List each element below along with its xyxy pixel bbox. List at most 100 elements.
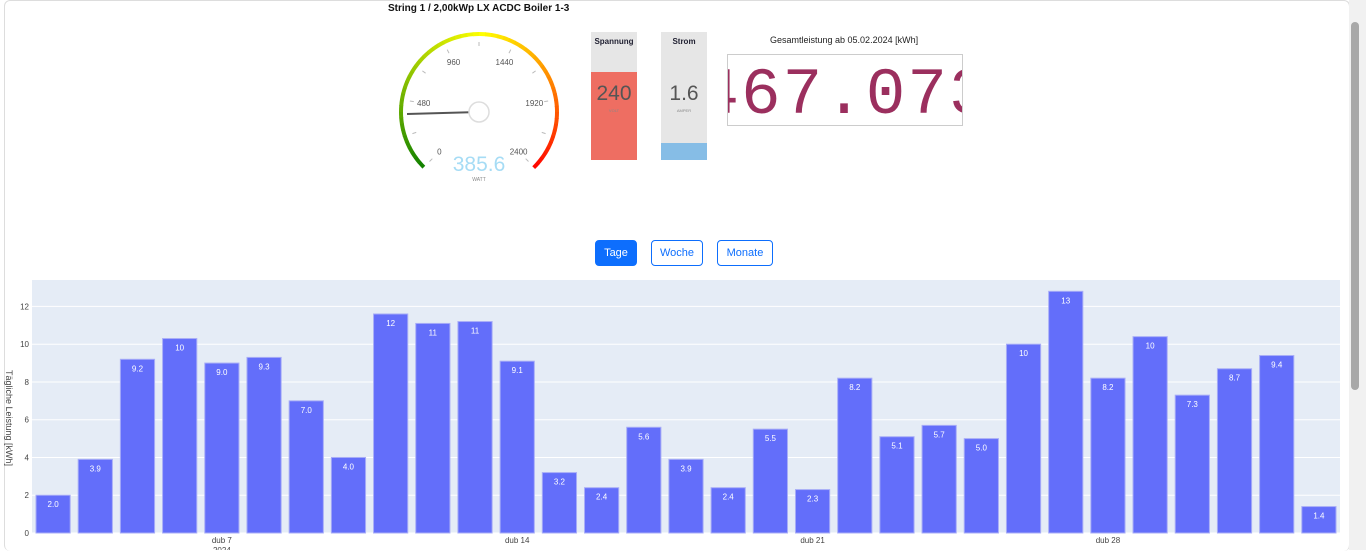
gauge-arc-segment	[525, 49, 530, 53]
bar-label: 2.0	[48, 500, 60, 509]
voltage-label: Spannung	[591, 37, 637, 46]
y-tick-label: 4	[25, 453, 30, 462]
gauge-arc-segment	[491, 35, 498, 36]
gauge-arc-segment	[555, 124, 556, 131]
gauge-arc-segment	[415, 157, 419, 162]
x-tick-label: dub 14	[505, 536, 530, 545]
bar-label: 9.4	[1271, 361, 1283, 370]
gauge-arc-segment	[551, 136, 553, 142]
gauge-arc-segment	[534, 57, 539, 62]
bar-label: 2.4	[596, 493, 608, 502]
gauge-arc-segment	[449, 38, 455, 40]
gauge-value: 385.6	[453, 153, 506, 176]
gauge-arc-segment	[551, 82, 553, 88]
bar-label: 9.0	[216, 368, 228, 377]
voltage-value: 240	[591, 82, 637, 106]
bar-label: 8.2	[1102, 383, 1114, 392]
gauge-arc-segment	[548, 142, 551, 148]
bar-label: 12	[386, 319, 395, 328]
bar-label: 9.1	[512, 366, 524, 375]
bar	[922, 425, 956, 533]
bar-label: 3.9	[90, 464, 102, 473]
gauge-arc-segment	[461, 35, 468, 36]
total-value: 467.073	[728, 58, 962, 125]
bar-label: 10	[175, 344, 184, 353]
tab-woche[interactable]: Woche	[651, 240, 703, 266]
bar	[964, 439, 998, 533]
bar-label: 8.7	[1229, 374, 1241, 383]
y-tick-label: 6	[25, 416, 30, 425]
bar	[416, 323, 450, 533]
gauge-hub	[469, 102, 489, 122]
current-tank: Strom 1.6 AMPER	[661, 32, 707, 160]
bar	[1260, 356, 1294, 533]
bar	[753, 429, 787, 533]
x-tick-sublabel: 2024	[213, 546, 231, 550]
gauge-arc-segment	[534, 163, 539, 168]
y-tick-label: 2	[25, 491, 30, 500]
y-tick-label: 0	[25, 529, 30, 538]
bar	[374, 314, 408, 533]
gauge-tick-label: 2400	[510, 148, 528, 157]
bar	[880, 437, 914, 533]
bar-label: 11	[429, 328, 438, 337]
bar-label: 10	[1146, 342, 1155, 351]
bar	[500, 361, 534, 533]
bar	[838, 378, 872, 533]
tab-monate[interactable]: Monate	[717, 240, 773, 266]
current-value: 1.6	[661, 82, 707, 106]
bar-label: 4.0	[343, 462, 355, 471]
bar	[120, 359, 154, 533]
bar	[163, 339, 197, 533]
gauge-arc-segment	[485, 34, 492, 35]
tab-tage[interactable]: Tage	[595, 240, 637, 266]
bar-label: 8.2	[849, 383, 861, 392]
gauge-arc-segment	[419, 162, 424, 167]
gauge-tick	[410, 101, 414, 102]
bar-label: 5.1	[891, 442, 903, 451]
gauge-arc-segment	[556, 100, 557, 107]
gauge-arc-segment	[401, 117, 402, 124]
gauge-arc-segment	[530, 53, 535, 58]
gauge-arc-segment	[538, 158, 542, 163]
power-gauge: 0480960144019202400385.6WATT	[385, 20, 575, 190]
y-axis-title: Tägliche Leistung [kWh]	[4, 370, 14, 466]
bar-label: 3.2	[554, 478, 566, 487]
gauge-tick	[412, 132, 416, 133]
y-tick-label: 12	[20, 302, 29, 311]
bar	[289, 401, 323, 533]
bar-label: 10	[1019, 349, 1028, 358]
gauge-arc-segment	[401, 99, 402, 106]
bar-label: 9.2	[132, 364, 144, 373]
bar-label: 3.9	[680, 464, 692, 473]
gauge-arc-segment	[405, 135, 407, 141]
gauge-arc-segment	[556, 118, 557, 125]
bar	[1049, 291, 1083, 533]
total-display: 467.073	[727, 54, 963, 126]
gauge-arc-segment	[402, 93, 403, 100]
gauge-tick	[509, 50, 511, 54]
scrollbar-thumb[interactable]	[1351, 22, 1359, 390]
gauge-arc-segment	[514, 43, 520, 46]
gauge-arc-segment	[497, 36, 504, 38]
gauge-arc-segment	[553, 130, 555, 137]
bar	[1006, 344, 1040, 533]
bar-label: 2.3	[807, 495, 819, 504]
gauge-tick-label: 0	[437, 148, 442, 157]
gauge-arc-segment	[548, 77, 551, 83]
gauge-tick	[526, 159, 529, 162]
gauge-arc-segment	[424, 52, 429, 57]
gauge-arc-segment	[416, 61, 420, 66]
bar-label: 5.6	[638, 432, 650, 441]
y-tick-label: 10	[20, 340, 29, 349]
bar	[1091, 378, 1125, 533]
current-label: Strom	[661, 37, 707, 46]
gauge-arc-segment	[455, 36, 462, 38]
gauge-arc-segment	[409, 147, 412, 153]
gauge-tick-label: 960	[447, 58, 461, 67]
gauge-arc-segment	[553, 88, 555, 95]
gauge-tick	[532, 71, 535, 73]
gauge-tick-label: 1440	[496, 58, 514, 67]
gauge-unit: WATT	[472, 177, 486, 183]
x-tick-label: dub 7	[212, 536, 233, 545]
